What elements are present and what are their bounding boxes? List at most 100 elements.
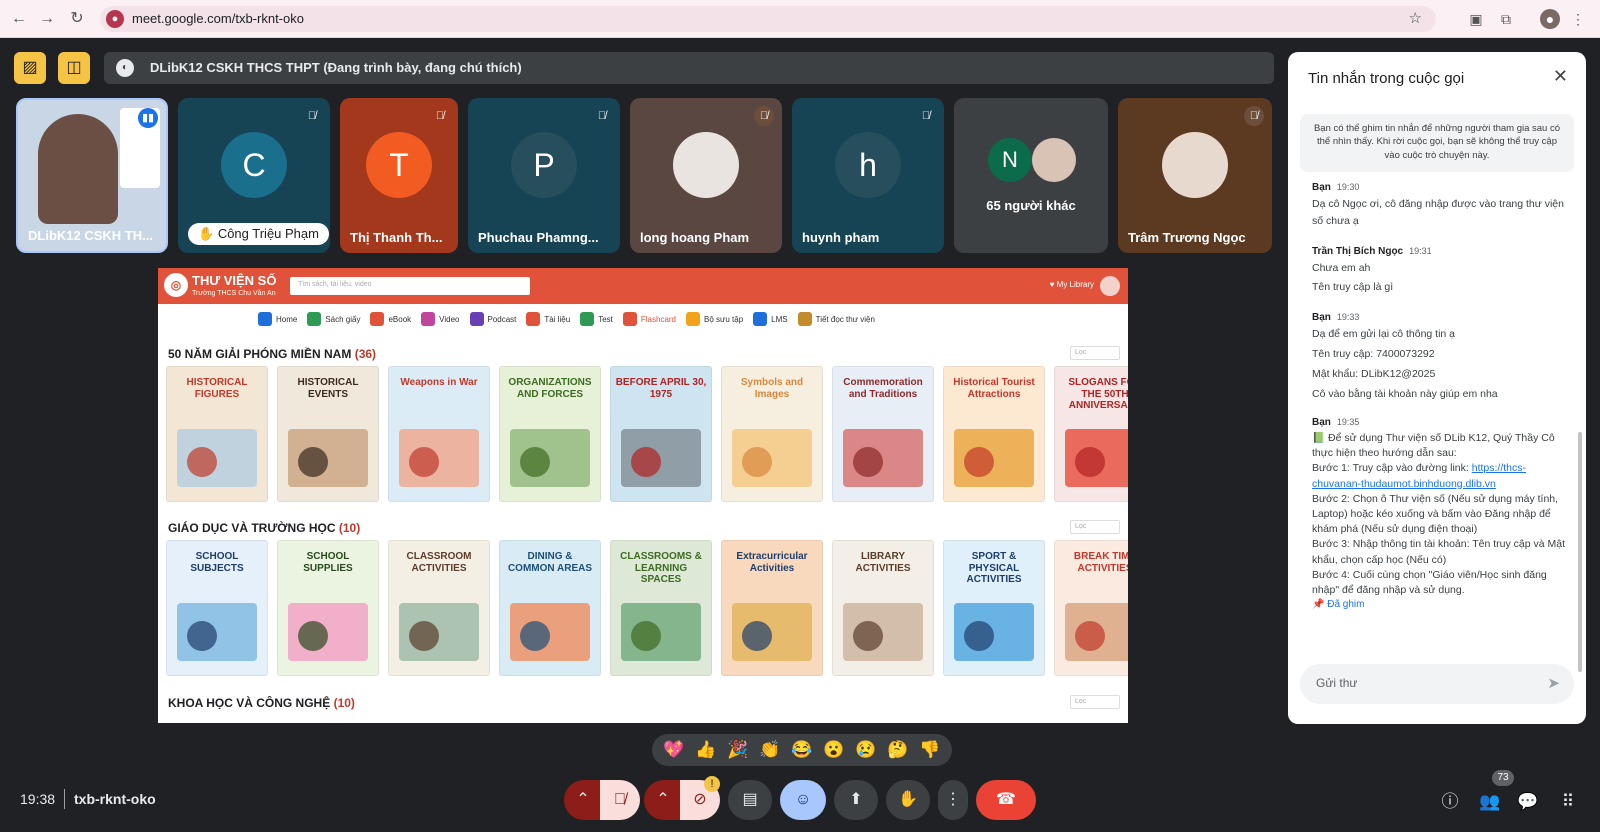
book-card[interactable]: SLOGANS FOR THE 50TH ANNIVERSARY [1054,366,1128,502]
library-user-avatar[interactable] [1100,276,1120,296]
nav-item[interactable]: Sách giấy [307,308,360,330]
reaction-emoji[interactable]: 🎉 [727,740,748,760]
nav-item[interactable]: LMS [753,308,788,330]
reaction-emoji[interactable]: 👏 [759,740,780,760]
nav-item[interactable]: Podcast [469,308,516,330]
reaction-emoji[interactable]: 😮 [823,740,844,760]
message-text: Dạ để em gửi lại cô thông tin ạ [1312,328,1456,341]
nav-item[interactable]: Home [258,308,297,330]
reaction-emoji[interactable]: 😢 [855,740,876,760]
captions-button[interactable]: ▤ [728,780,772,820]
nav-item[interactable]: Video [421,308,460,330]
book-cover-art-figure [1075,447,1105,477]
participant-tile[interactable]: C 🎙̸ ✋ Công Triệu Phạm [178,98,330,253]
book-card-title: Historical Tourist Attractions [953,377,1035,400]
participant-tile[interactable]: P 🎙̸ Phuchau Phamng... [468,98,620,253]
book-card[interactable]: Extracurricular Activities [721,540,823,676]
nav-item[interactable]: Flashcard [622,308,676,330]
sort-select[interactable]: Lọc [1070,520,1120,534]
activities-grid-icon[interactable]: ⠿ [1554,788,1582,816]
mic-site-icon[interactable]: ● [106,10,124,28]
presentation-toggle-icon[interactable]: ▨ [14,52,46,84]
back-icon[interactable]: ← [8,8,30,30]
book-card[interactable]: Symbols and Images [721,366,823,502]
book-card[interactable]: HISTORICAL FIGURES [166,366,268,502]
address-bar[interactable]: ● meet.google.com/txb-rknt-oko ☆ [100,6,1436,32]
raise-hand-button[interactable]: ✋ [886,780,930,820]
participant-tile[interactable]: h 🎙̸ huynh pham [792,98,944,253]
nav-icon [797,312,812,326]
reaction-emoji[interactable]: 👎 [919,740,940,760]
book-card[interactable]: LIBRARY ACTIVITIES [832,540,934,676]
book-card[interactable]: SCHOOL SUBJECTS [166,540,268,676]
participant-tile[interactable]: ▮▮ DLibK12 CSKH TH... [16,98,168,253]
my-library-link[interactable]: ♥ My Library [1050,280,1094,289]
nav-item[interactable]: Tiết đọc thư viện [797,308,875,330]
book-card-title: ORGANIZATIONS AND FORCES [508,377,592,400]
book-card[interactable]: HISTORICAL EVENTS [277,366,379,502]
video-options-chevron-icon[interactable]: ⌃ [644,780,682,820]
camera-extension-icon[interactable]: ▣ [1466,9,1486,29]
layout-icon[interactable]: ◫ [58,52,90,84]
library-search-input[interactable]: Tìm sách, tài liệu, video [290,277,530,295]
book-cover-art-figure [964,621,994,651]
book-card[interactable]: BREAK TIME ACTIVITIES [1054,540,1128,676]
book-card[interactable]: Historical Tourist Attractions [943,366,1045,502]
book-card[interactable]: BEFORE APRIL 30, 1975 [610,366,712,502]
book-card[interactable]: SCHOOL SUPPLIES [277,540,379,676]
chat-input[interactable]: Gửi thư ➤ [1300,664,1574,704]
book-card[interactable]: CLASSROOM ACTIVITIES [388,540,490,676]
mic-off-button[interactable]: 🎙̸ [600,780,640,820]
reaction-emoji[interactable]: 😂 [791,740,812,760]
meeting-clock: 19:38 [20,791,56,807]
book-card[interactable]: Weapons in War [388,366,490,502]
book-card[interactable]: Commemoration and Traditions [832,366,934,502]
book-card-title: SLOGANS FOR THE 50TH ANNIVERSARY [1068,377,1128,411]
reaction-emoji[interactable]: 💖 [663,740,684,760]
reaction-emoji[interactable]: 🤔 [887,740,908,760]
nav-item[interactable]: eBook [370,308,411,330]
book-card[interactable]: SPORT & PHYSICAL ACTIVITIES [943,540,1045,676]
nav-item[interactable]: Tài liệu [526,308,570,330]
nav-item[interactable]: Test [580,308,613,330]
profile-avatar[interactable]: ● [1540,9,1560,29]
nav-label: Sách giấy [325,314,361,324]
bookmark-star-icon[interactable]: ☆ [1409,9,1422,27]
book-card-title: BEFORE APRIL 30, 1975 [615,377,707,400]
sort-select[interactable]: Lọc [1070,695,1120,709]
participant-tile[interactable]: 🎙̸ long hoang Pham [630,98,782,253]
others-tile[interactable]: N 65 người khác [954,98,1108,253]
emoji-reactions-button[interactable]: ☺ [780,780,826,820]
chat-notice: Bạn có thể ghim tin nhắn để những người … [1300,114,1574,172]
send-icon[interactable]: ➤ [1547,674,1560,692]
nav-item[interactable]: Bộ sưu tập [686,308,743,330]
chat-scrollbar[interactable] [1578,432,1582,672]
present-screen-button[interactable]: ⬆ [834,780,878,820]
sort-select[interactable]: Lọc [1070,346,1120,360]
book-card[interactable]: ORGANIZATIONS AND FORCES [499,366,601,502]
pinned-label[interactable]: 📌 Đã ghim [1312,598,1574,613]
nav-icon [307,312,322,326]
book-card[interactable]: DINING & COMMON AREAS [499,540,601,676]
participant-tile[interactable]: T 🎙̸ Thị Thanh Th... [340,98,458,253]
extensions-icon[interactable]: ⧉ [1496,9,1516,29]
more-options-icon[interactable]: ⋮ [938,780,968,820]
reload-icon[interactable]: ↻ [66,8,88,30]
book-cover-art-figure [742,621,772,651]
participant-avatar [673,131,739,198]
reaction-emoji[interactable]: 👍 [695,740,716,760]
pin-icon: 📌 [1312,599,1325,611]
book-card[interactable]: CLASSROOMS & LEARNING SPACES [610,540,712,676]
book-row: HISTORICAL FIGURES HISTORICAL EVENTS Weapo… [166,366,1128,502]
leave-call-button[interactable]: ☎ [976,780,1036,820]
people-icon[interactable]: 👥 [1476,788,1504,816]
nav-label: Home [276,314,298,324]
audio-options-chevron-icon[interactable]: ⌃ [564,780,602,820]
meeting-info-icon[interactable]: ⓘ [1436,788,1464,816]
forward-icon[interactable]: → [36,8,58,30]
chat-icon[interactable]: 💬 [1514,788,1542,816]
participant-tile[interactable]: 🎙̸ Trâm Trương Ngọc [1118,98,1272,253]
close-icon[interactable]: ✕ [1553,66,1568,87]
browser-menu-icon[interactable]: ⋮ [1568,9,1588,29]
other-participant-avatar: N [988,138,1032,182]
